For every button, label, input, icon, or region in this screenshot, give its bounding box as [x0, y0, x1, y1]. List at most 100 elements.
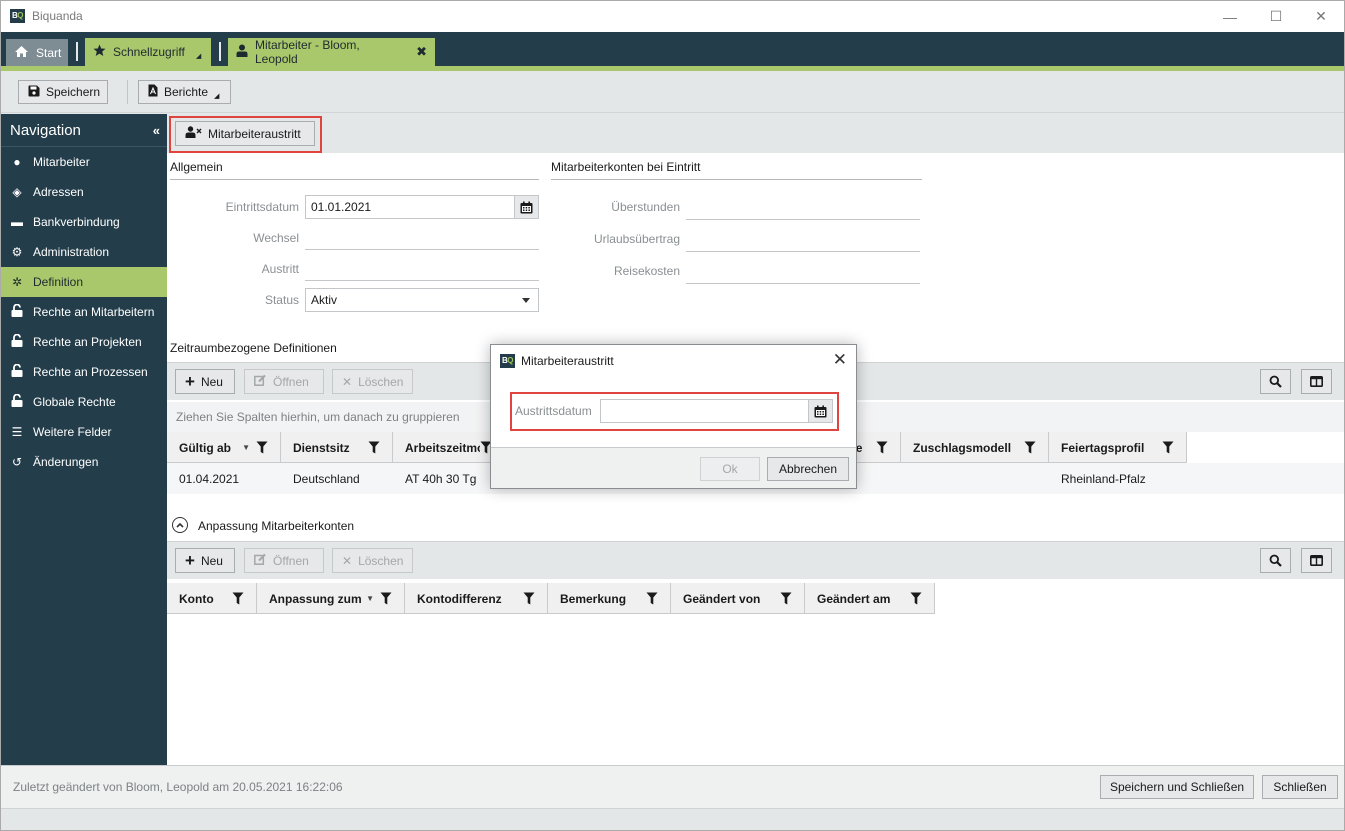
column-header[interactable]: Konto: [167, 583, 257, 614]
filter-icon[interactable]: [368, 441, 380, 454]
tab-schnellzugriff[interactable]: Schnellzugriff ◢: [85, 38, 211, 66]
gear-icon: ✲: [11, 275, 23, 289]
sidebar-item-änderungen[interactable]: ↺ Änderungen: [1, 447, 167, 477]
maximize-button[interactable]: ☐: [1253, 1, 1299, 32]
dialog-ok-button[interactable]: Ok: [700, 457, 760, 481]
adjustments-title: Anpassung Mitarbeiterkonten: [198, 519, 355, 533]
sort-desc-icon[interactable]: ▼: [242, 443, 250, 452]
definitions-open-button[interactable]: Öffnen: [244, 369, 324, 394]
column-header[interactable]: Geändert am: [805, 583, 935, 614]
vacation-field[interactable]: [686, 226, 920, 250]
app-logo-icon: BQ: [10, 9, 25, 23]
sidebar-item-definition[interactable]: ✲ Definition: [1, 267, 167, 297]
filter-icon[interactable]: [910, 592, 922, 605]
filter-icon[interactable]: [1024, 441, 1036, 454]
sidebar-item-rechte-an-prozessen[interactable]: Rechte an Prozessen: [1, 357, 167, 387]
dialog-footer: Ok Abbrechen: [491, 447, 856, 488]
definitions-columns-button[interactable]: [1301, 369, 1332, 394]
overtime-field-underline: [686, 219, 920, 220]
column-header[interactable]: Bemerkung: [548, 583, 671, 614]
filter-icon[interactable]: [232, 592, 244, 605]
filter-icon[interactable]: [646, 592, 658, 605]
column-tools: [368, 441, 380, 454]
adjustments-new-button[interactable]: + Neu: [175, 548, 235, 573]
filter-icon[interactable]: [1162, 441, 1174, 454]
dialog-close-button[interactable]: ✕: [833, 350, 847, 370]
sidebar-item-label: Rechte an Projekten: [33, 335, 142, 349]
unlock-icon: [10, 393, 24, 410]
column-header[interactable]: Arbeitszeitmodell: [393, 432, 505, 463]
floppy-disk-icon: [28, 85, 40, 100]
sidebar-item-weitere-felder[interactable]: ☰ Weitere Felder: [1, 417, 167, 447]
close-tab-icon[interactable]: ✖: [416, 44, 427, 60]
adjustments-open-button[interactable]: Öffnen: [244, 548, 324, 573]
collapse-section-button[interactable]: [172, 517, 188, 533]
dialog-cancel-button[interactable]: Abbrechen: [767, 457, 849, 481]
filter-icon[interactable]: [523, 592, 535, 605]
entry-date-field[interactable]: 01.01.2021: [305, 195, 539, 219]
travel-field[interactable]: [686, 258, 920, 282]
delete-x-icon: ✕: [342, 374, 353, 389]
adjustments-delete-button[interactable]: ✕ Löschen: [332, 548, 413, 573]
change-field[interactable]: [305, 225, 539, 249]
sidebar-item-bankverbindung[interactable]: ▬ Bankverbindung: [1, 207, 167, 237]
overtime-field[interactable]: [686, 194, 920, 218]
definitions-search-button[interactable]: [1260, 369, 1291, 394]
sort-desc-icon[interactable]: ▼: [366, 594, 374, 603]
reports-button[interactable]: Berichte ◢: [138, 80, 231, 104]
column-tools: [523, 592, 535, 605]
column-tools: [780, 592, 792, 605]
exit-date-calendar-button[interactable]: [808, 400, 832, 422]
sidebar-item-rechte-an-projekten[interactable]: Rechte an Projekten: [1, 327, 167, 357]
column-header-label: Zuschlagsmodell: [913, 440, 1012, 455]
table-cell: 01.04.2021: [179, 471, 240, 486]
status-bar: [1, 808, 1344, 830]
column-header[interactable]: Gültig ab ▼: [167, 432, 281, 463]
column-header[interactable]: Anpassung zum ▼: [257, 583, 405, 614]
status-select[interactable]: Aktiv: [305, 288, 539, 312]
save-and-close-button[interactable]: Speichern und Schließen: [1100, 775, 1254, 799]
column-header[interactable]: Dienstsitz: [281, 432, 393, 463]
exit-date-label: Austrittsdatum: [515, 404, 592, 418]
sidebar-item-administration[interactable]: ⚙ Administration: [1, 237, 167, 267]
sidebar-item-adressen[interactable]: ◈ Adressen: [1, 177, 167, 207]
close-button[interactable]: Schließen: [1262, 775, 1338, 799]
sidebar-item-mitarbeiter[interactable]: ● Mitarbeiter: [1, 147, 167, 177]
close-window-button[interactable]: ✕: [1298, 1, 1344, 32]
tab-mitarbeiter[interactable]: Mitarbeiter - Bloom, Leopold ✖: [228, 38, 435, 66]
plus-icon: +: [185, 372, 195, 391]
column-header[interactable]: Kontodifferenz: [405, 583, 548, 614]
exit-field[interactable]: [305, 256, 539, 280]
table-cell: Rheinland-Pfalz: [1061, 471, 1146, 486]
column-header-label: Feiertagsprofil: [1061, 440, 1145, 455]
employee-exit-button[interactable]: Mitarbeiteraustritt: [175, 121, 315, 146]
save-button[interactable]: Speichern: [18, 80, 108, 104]
tab-separator: [76, 42, 78, 61]
tab-start[interactable]: Start: [6, 39, 68, 66]
collapse-sidebar-icon[interactable]: «: [153, 123, 160, 138]
adjustments-search-button[interactable]: [1260, 548, 1291, 573]
navigation-list: ● Mitarbeiter ◈ Adressen ▬ Bankverbindung ⚙ Adm…: [1, 147, 167, 477]
sidebar-item-rechte-an-mitarbeitern[interactable]: Rechte an Mitarbeitern: [1, 297, 167, 327]
definitions-title: Zeitraumbezogene Definitionen: [170, 341, 337, 355]
close-icon: ✕: [1315, 8, 1327, 24]
entry-date-calendar-button[interactable]: [514, 196, 538, 218]
sidebar-item-globale-rechte[interactable]: Globale Rechte: [1, 387, 167, 417]
column-header[interactable]: Geändert von: [671, 583, 805, 614]
definitions-delete-button[interactable]: ✕ Löschen: [332, 369, 413, 394]
adjustments-columns-button[interactable]: [1301, 548, 1332, 573]
definitions-new-button[interactable]: + Neu: [175, 369, 235, 394]
plus-icon: +: [185, 551, 195, 570]
column-header[interactable]: Zuschlagsmodell: [901, 432, 1049, 463]
filter-icon[interactable]: [256, 441, 268, 454]
column-header[interactable]: Feiertagsprofil: [1049, 432, 1187, 463]
filter-icon[interactable]: [780, 592, 792, 605]
sidebar-item-label: Bankverbindung: [33, 215, 120, 229]
exit-date-field[interactable]: [600, 399, 833, 423]
map-icon: ◈: [12, 185, 22, 199]
vacation-field-underline: [686, 251, 920, 252]
filter-icon[interactable]: [876, 441, 888, 454]
filter-icon[interactable]: [380, 592, 392, 605]
minimize-button[interactable]: —: [1207, 1, 1253, 32]
tab-bar: Start Schnellzugriff ◢ Mitarbeiter - Blo…: [1, 32, 1344, 94]
